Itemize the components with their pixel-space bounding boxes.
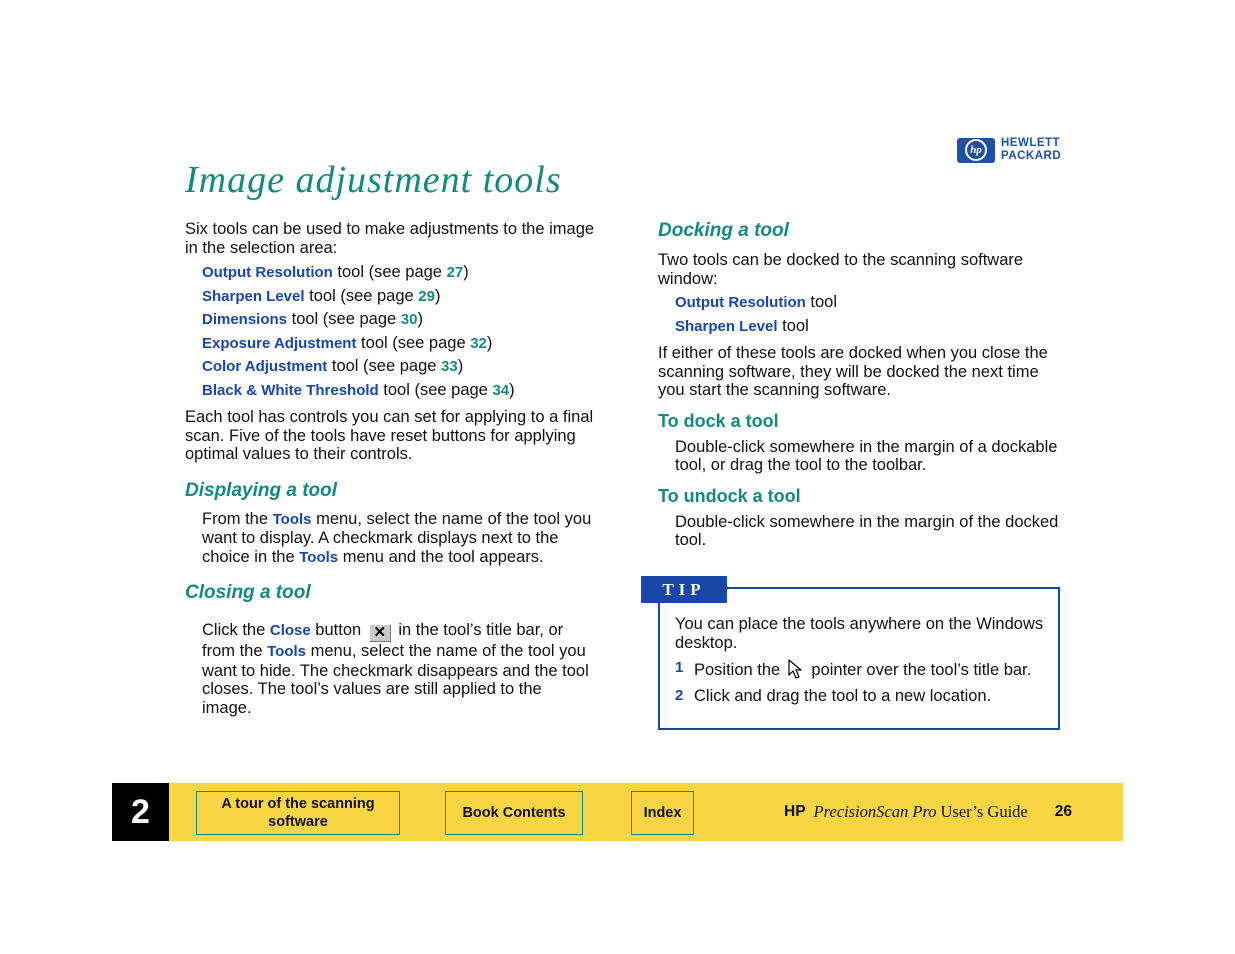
docking-heading: Docking a tool (658, 220, 789, 241)
docking-intro: Two tools can be docked to the scanning … (658, 251, 1024, 288)
tool-link[interactable]: Output Resolution (202, 264, 333, 281)
tool-link[interactable]: Output Resolution (675, 294, 806, 311)
dock-paragraph: Double-click somewhere in the margin of … (675, 437, 1058, 475)
controls-paragraph: Each tool has controls you can set for a… (185, 408, 594, 463)
tool-list-item: Output Resolution tool (see page 27) (202, 263, 469, 281)
displaying-heading: Displaying a tool (185, 479, 338, 501)
tip-step: 2 Click and drag the tool to a new locat… (675, 686, 992, 705)
page-link[interactable]: 30 (401, 311, 418, 328)
tool-link[interactable]: Sharpen Level (202, 288, 305, 305)
footer-bar: 2 A tour of the scanning software Book C… (112, 783, 1123, 841)
undock-paragraph: Double-click somewhere in the margin of … (675, 512, 1059, 550)
page-title: Image adjustment tools (185, 159, 562, 201)
hp-logo-text: HEWLETT PACKARD (1001, 137, 1062, 162)
docking-paragraph: If either of these tools are docked when… (658, 344, 1048, 399)
tool-list: Output Resolution tool (see page 27) Sha… (185, 261, 595, 402)
tool-list-item: Color Adjustment tool (see page 33) (202, 357, 464, 375)
tip-step: 1 Position the pointer over the tool’s t… (675, 659, 1032, 679)
tools-menu-link[interactable]: Tools (299, 549, 338, 566)
close-link[interactable]: Close (270, 622, 311, 639)
tools-menu-link[interactable]: Tools (273, 511, 312, 528)
page-link[interactable]: 29 (418, 288, 435, 305)
closing-heading: Closing a tool (185, 582, 311, 603)
page-link[interactable]: 32 (470, 335, 487, 352)
guide-title: HP PrecisionScan Pro User’s Guide 26 (784, 802, 1072, 821)
tool-list-item: Exposure Adjustment tool (see page 32) (202, 333, 493, 352)
left-column: Six tools can be used to make adjustment… (185, 220, 595, 717)
close-button-icon: ✕ (368, 624, 391, 642)
intro-paragraph: Six tools can be used to make adjustment… (185, 220, 595, 257)
tool-list-item: Dimensions tool (see page 30) (202, 310, 423, 328)
tool-list-item: Sharpen Level tool (see page 29) (202, 286, 441, 305)
undock-heading: To undock a tool (658, 485, 801, 506)
tool-link[interactable]: Exposure Adjustment (202, 335, 356, 352)
index-button[interactable]: Index (631, 791, 694, 835)
tip-intro: You can place the tools anywhere on the … (675, 615, 1044, 652)
pointer-cursor-icon (788, 659, 802, 679)
step-number: 2 (675, 686, 684, 704)
closing-paragraph: Click the Close button ✕ in the tool’s t… (202, 621, 589, 717)
tool-link[interactable]: Dimensions (202, 311, 287, 328)
dockable-list-item: Sharpen Level tool (675, 316, 809, 335)
tools-menu-link[interactable]: Tools (267, 643, 306, 660)
tool-link[interactable]: Color Adjustment (202, 358, 327, 375)
tip-label: TIP (641, 576, 727, 603)
page-link[interactable]: 34 (492, 382, 509, 399)
tip-content: You can place the tools anywhere on the … (675, 615, 1055, 705)
tool-list-item: Black & White Threshold tool (see page 3… (202, 380, 515, 399)
displaying-paragraph: From the Tools menu, select the name of … (202, 509, 592, 566)
dock-heading: To dock a tool (658, 410, 779, 431)
chapter-nav-button[interactable]: A tour of the scanning software (196, 791, 400, 835)
step-number: 1 (675, 659, 684, 676)
page-link[interactable]: 27 (447, 264, 464, 281)
hp-logo-icon: hp (957, 137, 995, 163)
hp-logo: hp HEWLETT PACKARD (957, 137, 1061, 163)
book-contents-button[interactable]: Book Contents (445, 791, 583, 835)
page-link[interactable]: 33 (441, 358, 458, 375)
dockable-list: Output Resolution tool Sharpen Level too… (658, 291, 1068, 338)
tool-link[interactable]: Black & White Threshold (202, 382, 379, 399)
dockable-list-item: Output Resolution tool (675, 293, 837, 311)
tool-link[interactable]: Sharpen Level (675, 318, 778, 335)
right-column: Docking a tool Two tools can be docked t… (658, 220, 1068, 550)
page-number: 26 (1054, 803, 1072, 820)
chapter-number: 2 (112, 783, 169, 841)
